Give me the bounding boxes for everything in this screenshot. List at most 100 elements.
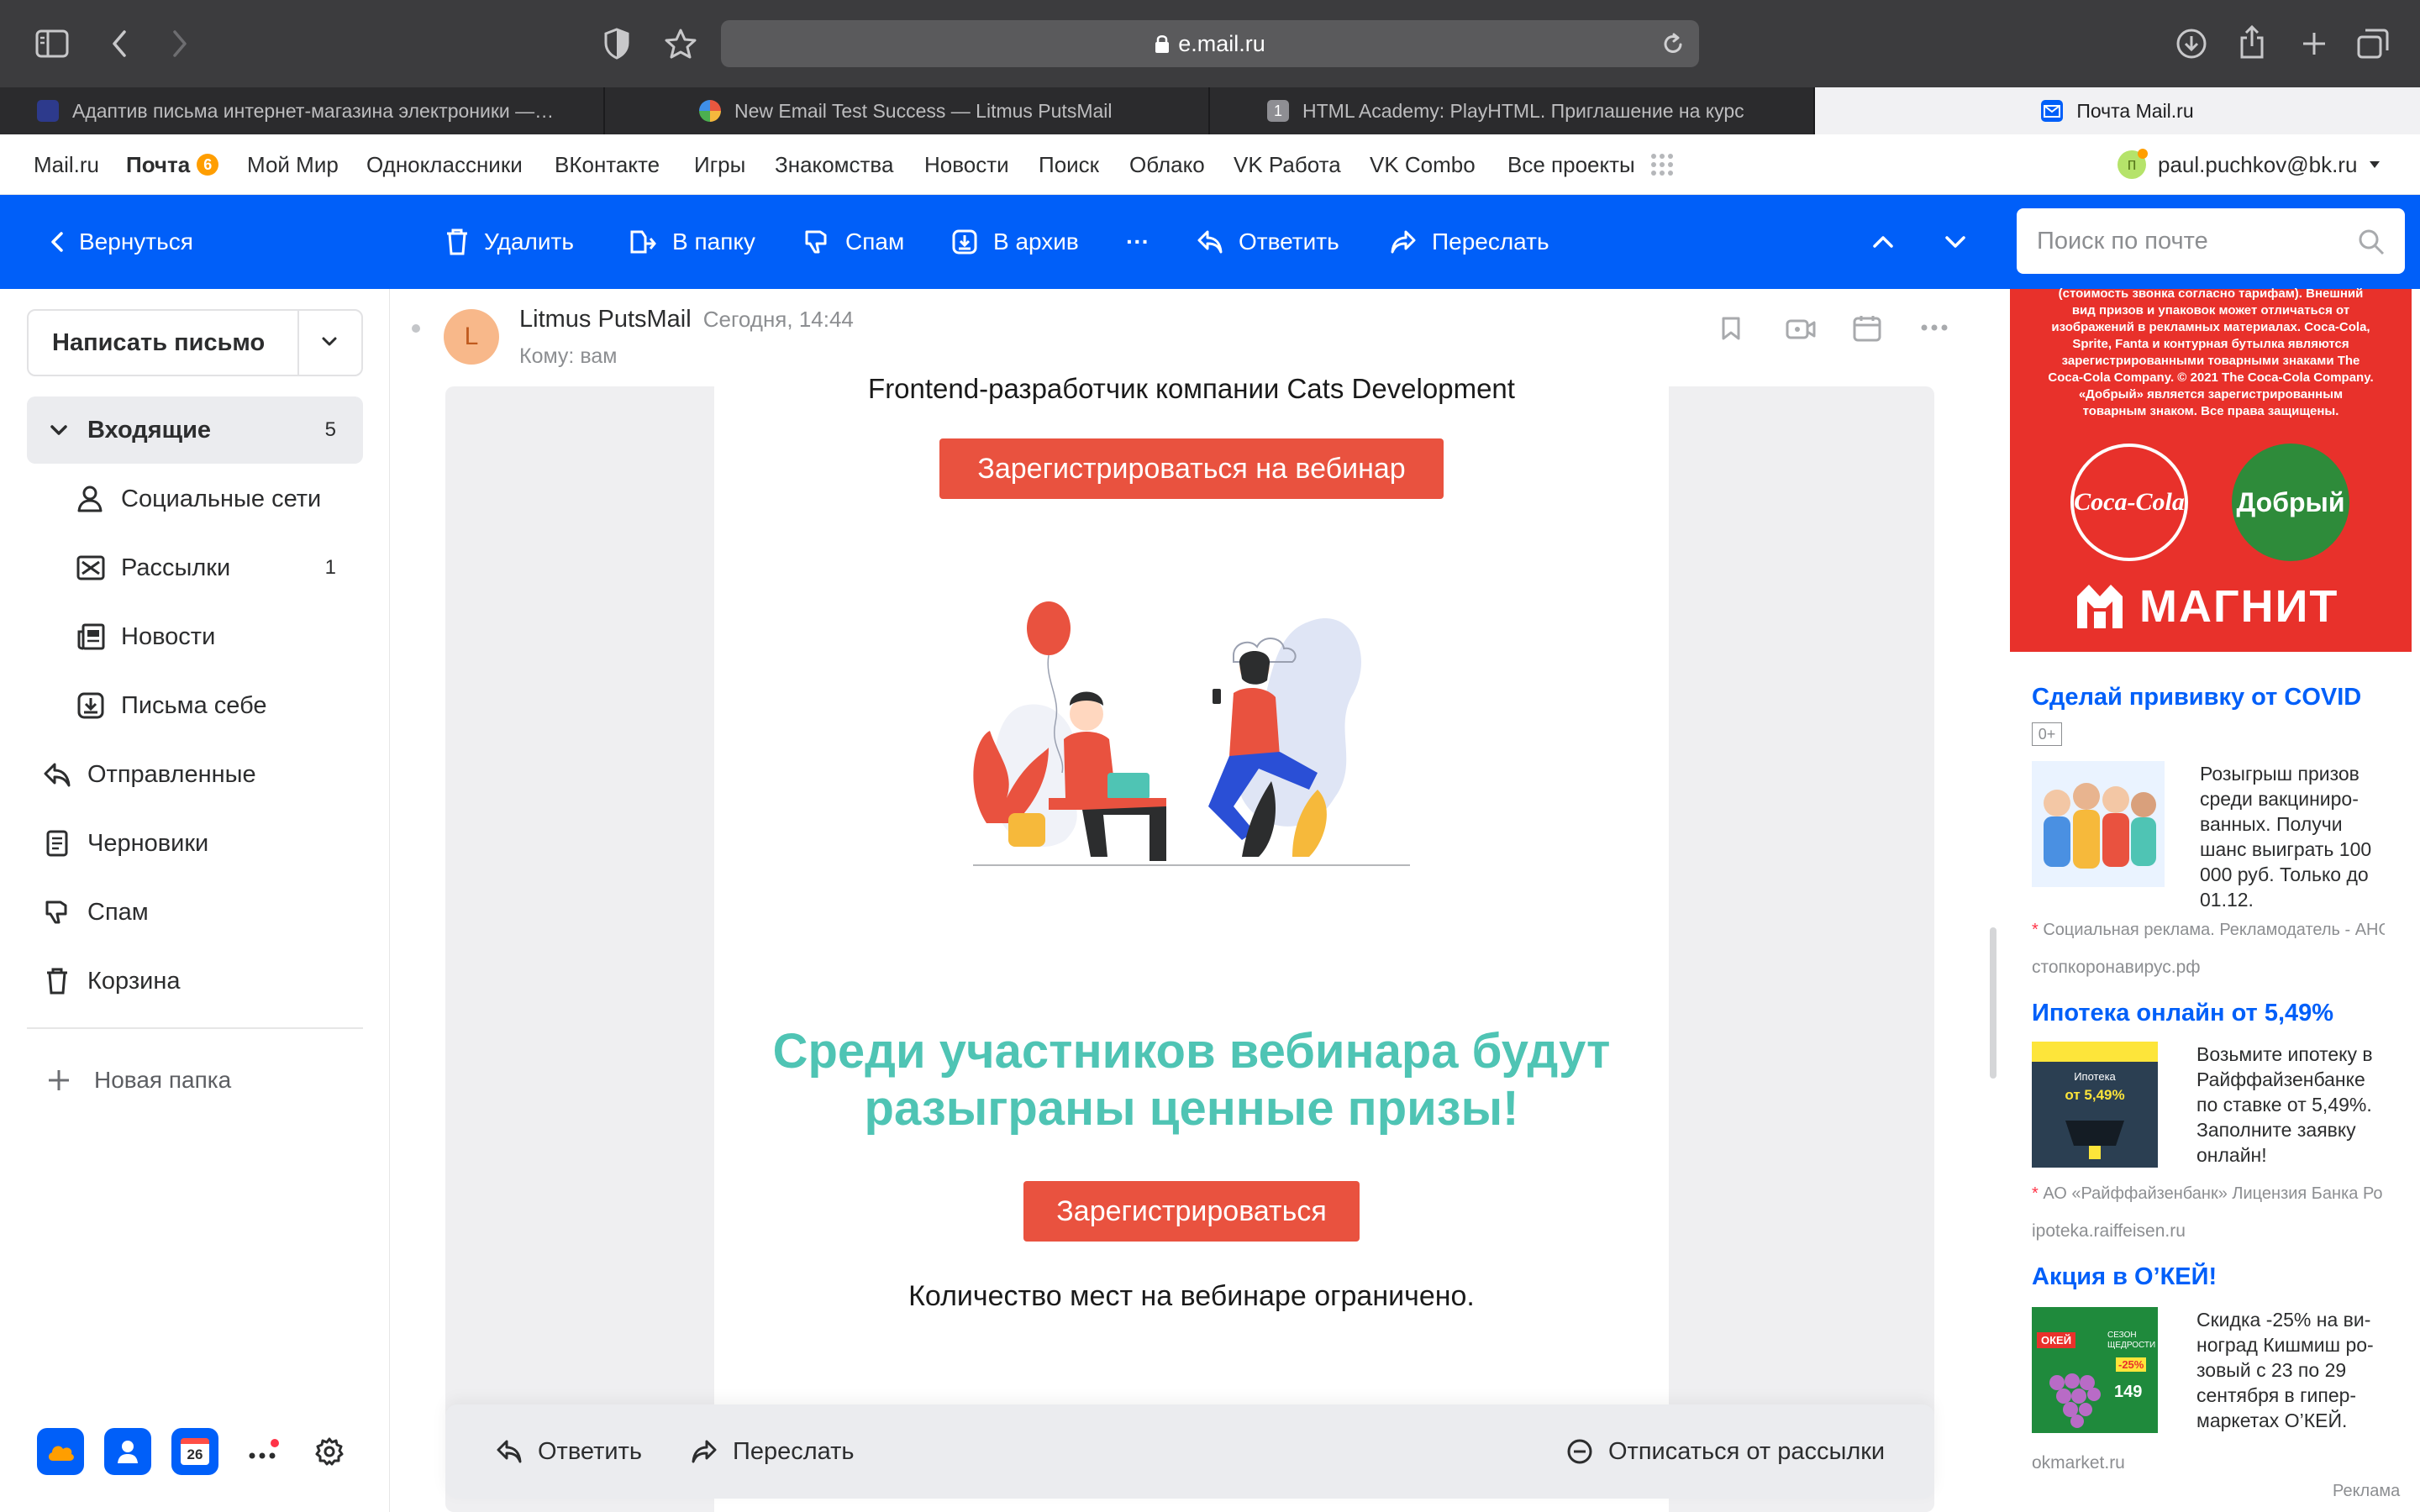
reload-icon[interactable] (1659, 30, 1687, 59)
ad-thumbnail[interactable]: Ипотека от 5,49% (2032, 1042, 2158, 1168)
portal-link-vk-combo[interactable]: VK Combo (1370, 134, 1476, 195)
new-folder-button[interactable]: Новая папка (27, 1047, 363, 1114)
thumbs-down-icon (803, 228, 830, 255)
compose-button[interactable]: Написать письмо (27, 309, 363, 376)
browser-tab[interactable]: New Email Test Success — Litmus PutsMail (605, 87, 1210, 134)
cut-off-text: Frontend-разработчик компании Cats Devel… (868, 373, 1515, 404)
message-more-icon[interactable] (1921, 324, 1948, 331)
privacy-shield-icon[interactable] (600, 25, 634, 62)
delete-button[interactable]: Удалить (445, 195, 574, 289)
browser-tab-active[interactable]: Почта Mail.ru (1815, 87, 2420, 134)
register-button[interactable]: Зарегистрироваться (1023, 1181, 1360, 1242)
contacts-app-icon[interactable] (104, 1428, 151, 1475)
address-bar[interactable]: e.mail.ru (721, 20, 1699, 67)
forward-arrow-icon (691, 1439, 718, 1464)
reply-button[interactable]: Ответить (1197, 195, 1339, 289)
ad-description: Скидка -25% на ви- ноград Кишмиш ро- зов… (2196, 1307, 2374, 1433)
ad-thumbnail[interactable]: ОКЕЙ СЕЗОН ЩЕДРОСТИ -25% 149 (2032, 1307, 2158, 1433)
downloads-icon[interactable] (2173, 25, 2210, 62)
user-menu[interactable]: п paul.puchkov@bk.ru (2118, 134, 2381, 195)
ad-title[interactable]: Сделай прививку от COVID (2032, 684, 2361, 711)
more-actions-button[interactable]: ··· (1126, 195, 1150, 289)
portal-link-all-projects[interactable]: Все проекты (1507, 134, 1674, 195)
spam-button[interactable]: Спам (803, 195, 904, 289)
portal-link-games[interactable]: Игры (694, 134, 745, 195)
register-webinar-button[interactable]: Зарегистрироваться на вебинар (939, 438, 1444, 499)
prize-headline-line: Среди участников вебинара будут (772, 1024, 1611, 1079)
portal-link-dating[interactable]: Знакомства (775, 134, 893, 195)
calendar-icon[interactable] (1852, 314, 1882, 343)
fineprint-line: (стоимость звонка согласно тарифам). Вне… (2058, 286, 2364, 301)
tab-overview-icon[interactable] (2354, 25, 2391, 62)
portal-link-mailru[interactable]: Mail.ru (34, 134, 99, 195)
ad-domain[interactable]: ipoteka.raiffeisen.ru (2032, 1221, 2186, 1242)
cloud-app-icon[interactable] (37, 1428, 84, 1475)
scrollbar-thumb[interactable] (1990, 927, 1996, 1079)
chevron-down-icon[interactable] (44, 415, 74, 445)
unsubscribe-button[interactable]: Отписаться от рассылки (1566, 1404, 1885, 1499)
forward-button[interactable]: Переслать (1390, 195, 1549, 289)
search-icon[interactable] (2358, 228, 2385, 255)
previous-message-button[interactable] (1872, 195, 1894, 289)
folder-news[interactable]: Новости (27, 603, 363, 670)
ad-domain[interactable]: okmarket.ru (2032, 1453, 2125, 1473)
search-input[interactable] (2037, 208, 2356, 274)
move-to-folder-button[interactable]: В папку (629, 195, 755, 289)
coca-cola-banner[interactable]: (стоимость звонка согласно тарифам). Вне… (2010, 286, 2412, 652)
bookmark-star-icon[interactable] (662, 25, 699, 62)
ad-thumbnail[interactable] (2032, 761, 2165, 887)
ad-text-line: среди вакциниро- (2200, 788, 2359, 810)
portal-link-cloud[interactable]: Облако (1129, 134, 1205, 195)
folder-drafts[interactable]: Черновики (27, 810, 363, 877)
quick-reply-label: Ответить (538, 1437, 642, 1465)
back-arrow-icon[interactable] (104, 27, 134, 60)
reply-label: Ответить (1239, 228, 1339, 255)
video-call-icon[interactable] (1785, 318, 1817, 341)
portal-link-ok[interactable]: Одноклассники (366, 134, 523, 195)
browser-toolbar: e.mail.ru (0, 0, 2420, 87)
folder-sent[interactable]: Отправленные (27, 741, 363, 808)
folder-inbox[interactable]: Входящие 5 (27, 396, 363, 464)
thumbs-down-icon (42, 897, 72, 927)
quick-forward-button[interactable]: Переслать (691, 1404, 855, 1499)
share-icon[interactable] (2235, 22, 2269, 62)
chevron-down-icon[interactable] (321, 336, 338, 348)
bookmark-icon[interactable] (1721, 316, 1741, 341)
forward-arrow-icon[interactable] (165, 27, 195, 60)
folder-to-self[interactable]: Письма себе (27, 672, 363, 739)
next-message-button[interactable] (1944, 195, 1966, 289)
folder-spam[interactable]: Спам (27, 879, 363, 946)
coca-cola-logo: Coca-Cola (2070, 444, 2188, 561)
ad-title[interactable]: Ипотека онлайн от 5,49% (2032, 1000, 2333, 1027)
portal-link-mail[interactable]: Почта 6 (126, 134, 219, 195)
folder-trash[interactable]: Корзина (27, 948, 363, 1015)
thumb-rate: от 5,49% (2065, 1087, 2125, 1103)
new-tab-plus-icon[interactable] (2296, 25, 2333, 62)
browser-tab[interactable]: 1 HTML Academy: PlayHTML. Приглашение на… (1210, 87, 1815, 134)
sidebar-toggle-icon[interactable] (34, 27, 71, 60)
unread-dot-icon[interactable] (412, 324, 420, 333)
back-button[interactable]: Вернуться (50, 195, 193, 289)
portal-link-search[interactable]: Поиск (1039, 134, 1099, 195)
folder-newsletters[interactable]: Рассылки 1 (27, 534, 363, 601)
portal-link-vk[interactable]: ВКонтакте (555, 134, 660, 195)
ad-domain[interactable]: стопкоронавирус.рф (2032, 958, 2201, 978)
quick-reply-button[interactable]: Ответить (496, 1404, 642, 1499)
portal-link-news[interactable]: Новости (924, 134, 1009, 195)
sender-name[interactable]: Litmus PutsMail (519, 306, 692, 333)
prize-headline-line: разыграны ценные призы! (864, 1081, 1519, 1136)
ad-text-line: онлайн! (2196, 1144, 2267, 1166)
notification-dot-icon (2138, 149, 2148, 159)
fineprint-line: товарным знаком. Все права защищены. (2082, 404, 2339, 418)
ad-text-line: маркетах О’КЕЙ. (2196, 1410, 2348, 1431)
ad-title[interactable]: Акция в О’КЕЙ! (2032, 1263, 2217, 1291)
archive-button[interactable]: В архив (951, 195, 1079, 289)
portal-link-vk-jobs[interactable]: VK Работа (1234, 134, 1341, 195)
settings-gear-icon[interactable] (306, 1428, 353, 1475)
calendar-app-icon[interactable]: 26 (171, 1428, 218, 1475)
browser-tab[interactable]: Адаптив письма интернет-магазина электро… (0, 87, 605, 134)
ad-disclaimer: * Социальная реклама. Рекламодатель - АН… (2032, 921, 2385, 940)
folder-social[interactable]: Социальные сети (27, 465, 363, 533)
more-apps-icon[interactable] (239, 1428, 286, 1475)
portal-link-mymir[interactable]: Мой Мир (247, 134, 339, 195)
